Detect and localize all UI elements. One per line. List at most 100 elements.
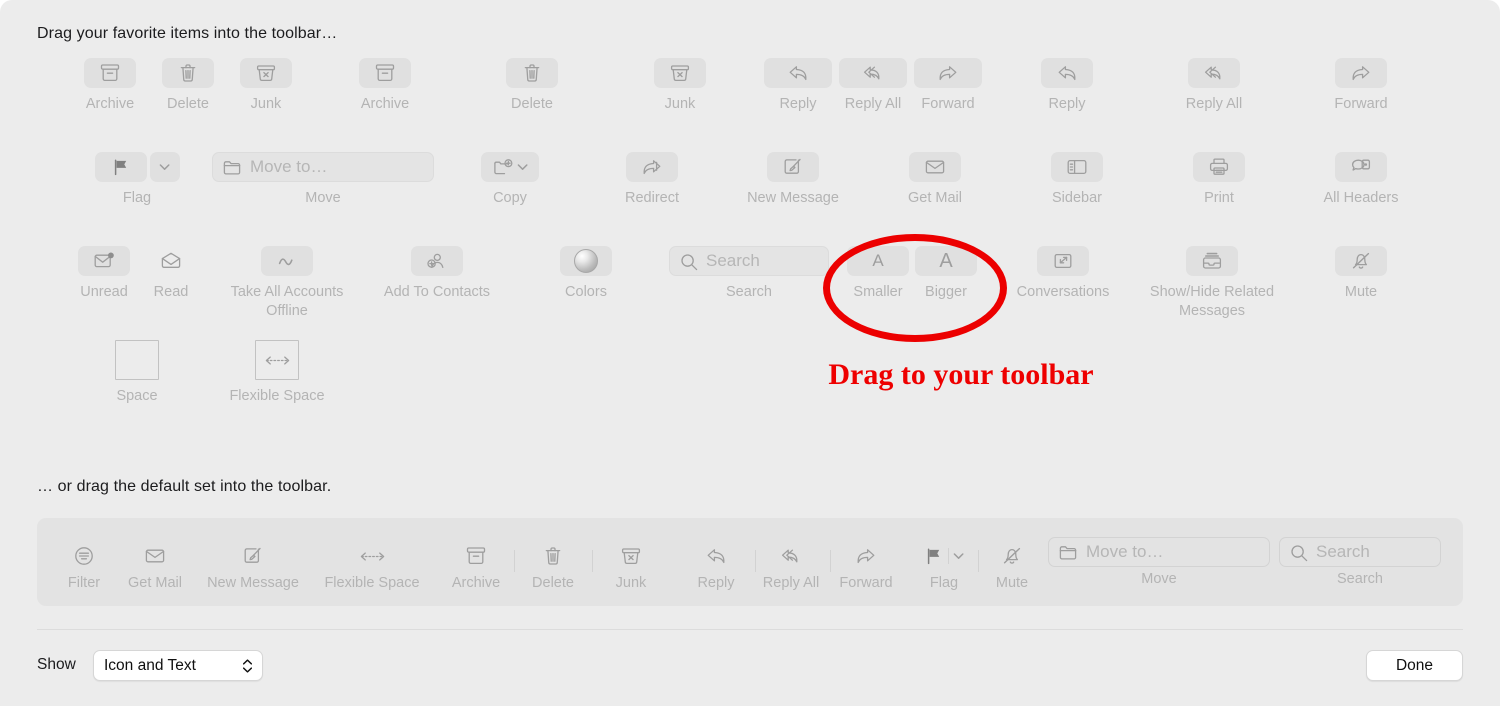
default-item-label: Junk [615, 575, 647, 591]
forward-icon-button[interactable] [1335, 58, 1387, 88]
palette-item-forward[interactable]: Forward [889, 58, 1007, 114]
palette-item-redirect[interactable]: Redirect [593, 152, 711, 208]
related-messages-icon-button[interactable] [1186, 246, 1238, 276]
palette-item-flag[interactable]: Flag [78, 152, 196, 208]
palette-item-label: Copy [493, 190, 527, 206]
space-icon[interactable] [115, 340, 159, 380]
chevron-down-icon[interactable] [149, 152, 180, 182]
trash-icon [542, 542, 564, 570]
palette-item-junk[interactable]: Junk [207, 58, 325, 114]
palette-item-label: Get Mail [908, 190, 962, 206]
palette-item-colors[interactable]: Colors [527, 246, 645, 302]
printer-icon-button[interactable] [1193, 152, 1245, 182]
default-item-label: Move [1141, 571, 1177, 587]
palette-item-all-headers[interactable]: All Headers [1302, 152, 1420, 208]
palette-item-conversations[interactable]: Conversations [1004, 246, 1122, 302]
field-placeholder: Search [1316, 542, 1370, 561]
palette-item-label: Reply [1048, 96, 1086, 112]
forward-icon-button[interactable] [914, 58, 982, 88]
archive-icon-button[interactable] [359, 58, 411, 88]
palette-item-label: Conversations [1016, 284, 1110, 300]
reply-icon [705, 542, 727, 570]
default-toolbar-items: Filter Get Mail New Message Flexible Space A… [37, 518, 1463, 606]
search-icon-field[interactable]: Search [669, 246, 829, 276]
palette-item-show-hide-related-messages[interactable]: Show/Hide Related Messages [1150, 246, 1274, 321]
offline-icon-button[interactable] [261, 246, 313, 276]
folder-plus-icon-button[interactable] [481, 152, 539, 182]
default-item-new-message[interactable]: New Message [193, 542, 313, 591]
junk-icon-button[interactable] [654, 58, 706, 88]
palette-item-space[interactable]: Space [78, 340, 196, 406]
footer-divider [37, 629, 1463, 630]
palette-item-delete[interactable]: Delete [473, 58, 591, 114]
palette-item-move[interactable]: Move to… Move [212, 152, 434, 208]
flag-icon-button[interactable] [94, 152, 147, 182]
palette-item-label: Reply All [1185, 96, 1243, 112]
chevron-updown-icon [243, 659, 252, 672]
split-button[interactable] [94, 152, 180, 182]
envelope-icon-button[interactable] [909, 152, 961, 182]
folder-icon-field[interactable]: Move to… [212, 152, 434, 182]
palette-item-search[interactable]: Search Search [669, 246, 829, 302]
redirect-icon-button[interactable] [626, 152, 678, 182]
default-item-flexible-space[interactable]: Flexible Space [312, 542, 432, 591]
palette-item-copy[interactable]: Copy [451, 152, 569, 208]
palette-row: Flag Move to… Move Copy Redirect New Message G… [0, 152, 1500, 242]
junk-icon-button[interactable] [240, 58, 292, 88]
default-item-label: New Message [207, 575, 299, 591]
read-icon-button[interactable] [145, 246, 197, 276]
palette-item-archive[interactable]: Archive [326, 58, 444, 114]
field-placeholder: Move to… [1086, 542, 1164, 561]
palette-item-flexible-space[interactable]: Flexible Space [218, 340, 336, 406]
text-bigger-icon[interactable]: A [915, 246, 977, 276]
palette-item-take-all-accounts-offline[interactable]: Take All Accounts Offline [228, 246, 346, 321]
all-headers-icon-button[interactable] [1335, 152, 1387, 182]
conversations-icon-button[interactable] [1037, 246, 1089, 276]
mute-icon-button[interactable] [1335, 246, 1387, 276]
reply-all-icon-button[interactable] [1188, 58, 1240, 88]
add-contact-icon-button[interactable] [411, 246, 463, 276]
mute-icon [1001, 542, 1023, 570]
colors-sphere-icon-button[interactable] [560, 246, 612, 276]
show-label: Show [37, 656, 76, 673]
sidebar-icon-button[interactable] [1051, 152, 1103, 182]
palette-item-label: Colors [565, 284, 607, 300]
palette-item-bigger[interactable]: A Bigger [887, 246, 1005, 302]
palette-item-label: Redirect [625, 190, 679, 206]
default-item-label: Get Mail [128, 575, 182, 591]
palette-item-label: Delete [511, 96, 553, 112]
trash-icon-button[interactable] [506, 58, 558, 88]
reply-icon-button[interactable] [1041, 58, 1093, 88]
palette-item-label: Add To Contacts [383, 284, 491, 300]
palette-item-forward[interactable]: Forward [1302, 58, 1420, 114]
palette-item-label: Search [726, 284, 772, 300]
palette-item-reply-all[interactable]: Reply All [1155, 58, 1273, 114]
default-item-move[interactable]: Move to… Move [1048, 537, 1270, 587]
palette-item-label: Read [153, 284, 189, 300]
show-mode-select[interactable]: Icon and Text [93, 650, 263, 681]
palette-item-add-to-contacts[interactable]: Add To Contacts [378, 246, 496, 302]
search-icon-field[interactable]: Search [1279, 537, 1441, 567]
palette-item-new-message[interactable]: New Message [734, 152, 852, 208]
palette-item-get-mail[interactable]: Get Mail [876, 152, 994, 208]
reply-all-icon [780, 542, 802, 570]
palette-item-sidebar[interactable]: Sidebar [1018, 152, 1136, 208]
page-title-drag-items: Drag your favorite items into the toolba… [37, 25, 338, 42]
toolbar-separator [830, 550, 831, 572]
palette-item-label: Show/Hide Related Messages [1149, 284, 1275, 319]
compose-icon-button[interactable] [767, 152, 819, 182]
flexible-space-icon[interactable] [255, 340, 299, 380]
done-button[interactable]: Done [1366, 650, 1463, 681]
default-item-search[interactable]: Search Search [1279, 537, 1441, 587]
palette-item-reply[interactable]: Reply [1008, 58, 1126, 114]
search-icon [679, 252, 698, 271]
palette-item-print[interactable]: Print [1160, 152, 1278, 208]
folder-icon-field[interactable]: Move to… [1048, 537, 1270, 567]
folder-icon: Move to… [1048, 537, 1270, 567]
palette-item-label: Print [1204, 190, 1234, 206]
default-toolbar-set[interactable]: Filter Get Mail New Message Flexible Space A… [37, 518, 1463, 606]
toolbar-separator [755, 550, 756, 572]
palette-item-label: Sidebar [1052, 190, 1102, 206]
palette-item-mute[interactable]: Mute [1302, 246, 1420, 302]
palette-item-junk[interactable]: Junk [621, 58, 739, 114]
